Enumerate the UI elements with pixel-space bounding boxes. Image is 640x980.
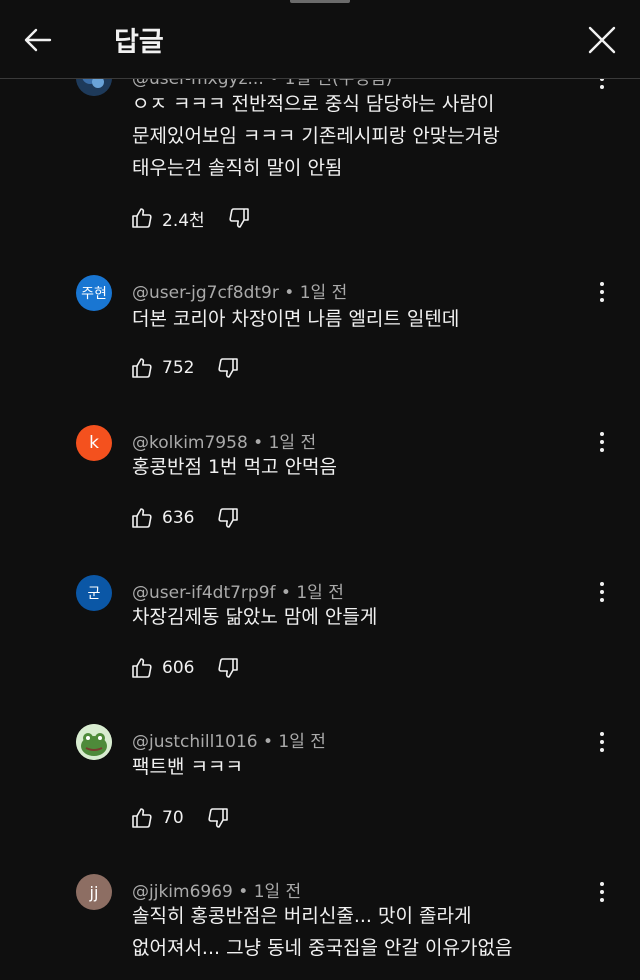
comment-text: 팩트밴 ㅋㅋㅋ (132, 756, 243, 778)
comment-meta[interactable]: @user-if4dt7rp9f • 1일 전 (132, 578, 344, 603)
thumbs-up-icon[interactable] (130, 206, 154, 230)
avatar[interactable]: k (76, 425, 112, 461)
comment-time: 1일 전 (296, 583, 344, 603)
comment-actions: 752 (130, 353, 240, 383)
thumbs-up-icon[interactable] (130, 806, 154, 830)
more-options-button[interactable] (590, 427, 614, 457)
avatar[interactable]: 주현 (76, 275, 112, 311)
arrow-left-icon[interactable] (20, 22, 56, 58)
comment-time: 1일 전 (253, 882, 302, 902)
close-icon[interactable] (584, 22, 620, 58)
comment-actions: 2.4천 (130, 203, 251, 233)
comment-handle[interactable]: @justchill1016 (132, 732, 258, 752)
thumbs-up-icon[interactable] (130, 356, 154, 380)
comment-meta[interactable]: @jjkim6969 • 1일 전 (132, 877, 301, 902)
comment-time: 1일 전 (278, 732, 326, 752)
comment-text: 홍콩반점 1번 먹고 안먹음 (132, 456, 338, 478)
more-options-button[interactable] (590, 577, 614, 607)
page-title: 답글 (114, 27, 164, 58)
more-options-button[interactable] (590, 877, 614, 907)
avatar[interactable]: 군 (76, 575, 112, 611)
comment-actions: 606 (130, 653, 240, 683)
comment-handle[interactable]: @user-jg7cf8dt9r (132, 283, 279, 303)
comment-handle[interactable]: @kolkim7958 (132, 433, 248, 453)
thumbs-down-icon[interactable] (216, 506, 240, 530)
replies-list: @user-mxgyz... • 1일 전(수정됨) ㅇㅈ ㅋㅋㅋ 전반적으로 … (0, 0, 640, 980)
thumbs-up-icon[interactable] (130, 656, 154, 680)
comment-time: 1일 전 (299, 283, 348, 303)
thumbs-down-icon[interactable] (206, 806, 230, 830)
comment-text: ㅇㅈ ㅋㅋㅋ 전반적으로 중식 담당하는 사람이 문제있어보임 ㅋㅋㅋ 기존레시… (132, 93, 500, 179)
frog-avatar-icon (76, 724, 112, 760)
thumbs-down-icon[interactable] (216, 356, 240, 380)
comment-handle[interactable]: @user-if4dt7rp9f (132, 583, 276, 603)
thumbs-down-icon[interactable] (216, 656, 240, 680)
avatar-initials: jj (89, 882, 99, 902)
like-count: 2.4천 (162, 210, 205, 231)
comment-handle[interactable]: @jjkim6969 (132, 882, 233, 902)
comment-meta[interactable]: @kolkim7958 • 1일 전 (132, 428, 316, 453)
comment-meta[interactable]: @justchill1016 • 1일 전 (132, 727, 326, 752)
comment-text: 차장김제동 닮았노 맘에 안들게 (132, 606, 378, 628)
comment-actions: 70 (130, 803, 230, 833)
more-options-button[interactable] (590, 277, 614, 307)
thumbs-down-icon[interactable] (227, 206, 251, 230)
avatar[interactable] (76, 724, 112, 760)
like-count: 606 (162, 658, 195, 678)
avatar-initials: 군 (87, 586, 101, 602)
comment-text: 더본 코리아 차장이면 나름 엘리트 일텐데 (132, 308, 460, 330)
comment-actions: 636 (130, 503, 240, 533)
like-count: 636 (162, 508, 195, 528)
thumbs-up-icon[interactable] (130, 506, 154, 530)
drag-handle[interactable] (290, 0, 350, 3)
avatar[interactable]: jj (76, 874, 112, 910)
like-count: 70 (162, 808, 184, 828)
avatar-initials: 주현 (81, 286, 107, 302)
comment-meta[interactable]: @user-jg7cf8dt9r • 1일 전 (132, 278, 347, 303)
reply-panel-header: 답글 (0, 0, 640, 79)
comment-text: 솔직히 홍콩반점은 버리신줄... 맛이 졸라게 없어져서... 그냥 동네 중… (132, 905, 513, 959)
more-options-button[interactable] (590, 727, 614, 757)
comment-time: 1일 전 (268, 433, 317, 453)
avatar-initials: k (89, 433, 99, 453)
like-count: 752 (162, 358, 195, 378)
